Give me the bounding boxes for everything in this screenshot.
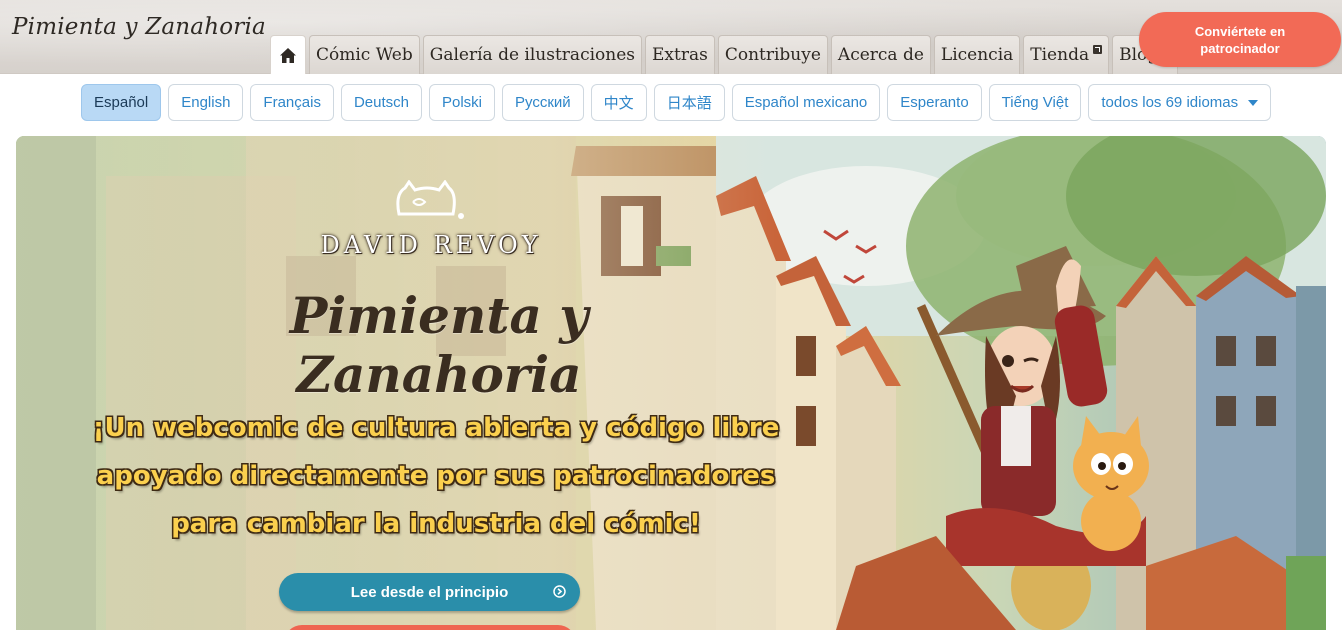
become-sponsor-button[interactable]: Conviértete en patrocinador [1139, 12, 1341, 67]
hero-banner: DAVID REVOY Pimienta y Zanahoria ¡Un web… [16, 136, 1326, 630]
lang-deutsch[interactable]: Deutsch [340, 84, 422, 121]
tab-contribuye[interactable]: Contribuye [717, 35, 828, 74]
caret-down-icon [1248, 99, 1259, 106]
tab-comic-web[interactable]: Cómic Web [309, 35, 420, 74]
all-languages-dropdown[interactable]: todos los 69 idiomas [1088, 84, 1272, 121]
lang-francais[interactable]: Français [250, 84, 334, 121]
lang-vietnamese[interactable]: Tiếng Việt [988, 84, 1082, 121]
author-name: DAVID REVOY [320, 231, 542, 259]
external-link-icon [1093, 44, 1103, 54]
language-bar: Español English Français Deutsch Polski … [81, 84, 1272, 121]
read-button-label: Lee desde el principio [350, 583, 509, 601]
hero-title: Pimienta y Zanahoria [289, 286, 589, 404]
lang-polski[interactable]: Polski [428, 84, 495, 121]
hero-tagline: ¡Un webcomic de cultura abierta y código… [92, 413, 780, 539]
tab-galeria[interactable]: Galería de ilustraciones [422, 35, 642, 74]
tab-label: Cómic Web [316, 45, 413, 65]
tab-home[interactable] [270, 35, 306, 74]
lang-japanese[interactable]: 日本語 [653, 84, 725, 121]
all-languages-label: todos los 69 idiomas [1101, 94, 1239, 111]
arrow-circle-right-icon [553, 585, 566, 598]
tab-label: Galería de ilustraciones [429, 45, 635, 65]
tab-label: Tienda [1030, 45, 1090, 65]
lang-espanol-mexicano[interactable]: Español mexicano [731, 84, 881, 121]
tab-tienda[interactable]: Tienda [1023, 35, 1110, 74]
tab-label: Licencia [940, 45, 1014, 65]
tab-label: Extras [652, 45, 708, 65]
lang-chinese[interactable]: 中文 [590, 84, 647, 121]
lang-english[interactable]: English [168, 84, 244, 121]
secondary-button[interactable] [284, 625, 576, 630]
lang-espanol[interactable]: Español [81, 84, 162, 121]
site-logo[interactable]: Pimienta y Zanahoria [12, 14, 266, 40]
lang-esperanto[interactable]: Esperanto [887, 84, 982, 121]
tab-acerca-de[interactable]: Acerca de [830, 35, 931, 74]
home-icon [280, 47, 296, 63]
read-from-start-button[interactable]: Lee desde el principio [279, 573, 580, 611]
tab-licencia[interactable]: Licencia [933, 35, 1021, 74]
lang-russian[interactable]: Русский [502, 84, 584, 121]
main-nav: Cómic Web Galería de ilustraciones Extra… [270, 35, 1179, 74]
sponsor-button-label: Conviértete en patrocinador [1194, 23, 1286, 56]
tab-label: Acerca de [837, 45, 924, 65]
tab-extras[interactable]: Extras [645, 35, 715, 74]
site-header: Pimienta y Zanahoria Cómic Web Galería d… [0, 0, 1342, 74]
cat-logo-icon [396, 180, 464, 219]
tab-label: Contribuye [724, 45, 821, 65]
